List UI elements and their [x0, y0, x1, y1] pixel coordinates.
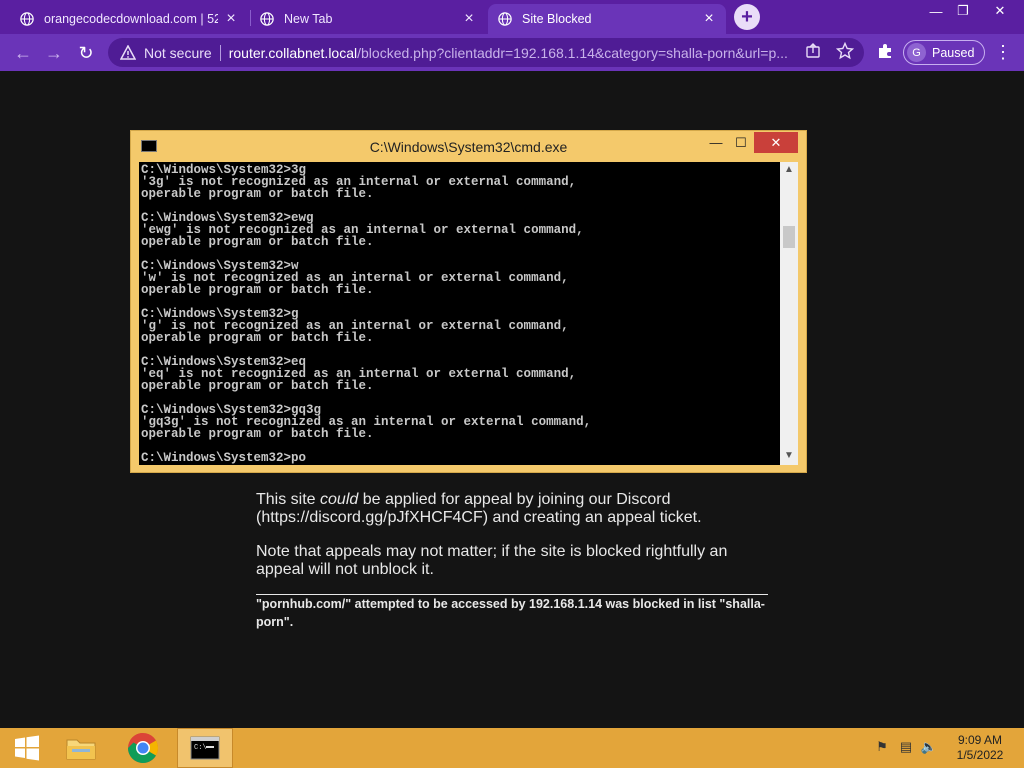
taskbar-cmd[interactable]: C:\ — [177, 728, 233, 768]
warning-icon — [120, 44, 136, 60]
tab-new-tab[interactable]: New Tab × — [250, 4, 486, 34]
taskbar-chrome[interactable] — [116, 728, 170, 768]
cmd-titlebar[interactable]: C:\Windows\System32\cmd.exe — ☐ ✕ — [131, 131, 806, 161]
cmd-scrollbar[interactable]: ▲ ▼ — [780, 162, 798, 465]
blocked-content: This site could be applied for appeal by… — [256, 491, 768, 631]
avatar: G — [907, 43, 926, 62]
tab-site-blocked[interactable]: Site Blocked × — [488, 4, 726, 34]
taskbar: C:\ ⚑ ▤ 🔈 9:09 AM 1/5/2022 — [0, 728, 1024, 768]
network-icon[interactable]: ▤ — [897, 738, 915, 756]
clock-time: 9:09 AM — [957, 733, 1003, 747]
appeal-note: Note that appeals may not matter; if the… — [256, 543, 728, 578]
appeal-could: could — [320, 491, 359, 508]
arrow-left-icon: ← — [14, 42, 32, 63]
tab-title: orangecodecdownload.com | 522 — [44, 12, 218, 26]
browser-tab-strip: orangecodecdownload.com | 522 × New Tab … — [0, 0, 1024, 34]
taskbar-file-explorer[interactable] — [54, 728, 108, 768]
cmd-maximize-button[interactable]: ☐ — [729, 132, 753, 153]
tab-title: New Tab — [284, 12, 333, 26]
new-tab-button[interactable]: + — [734, 4, 760, 30]
svg-text:C:\: C:\ — [194, 744, 207, 752]
menu-kebab-icon[interactable]: ⋮ — [994, 43, 1012, 61]
appeal-paragraph: This site could be applied for appeal by… — [256, 491, 768, 527]
close-window-button[interactable]: ✕ — [980, 0, 1020, 22]
clock-date: 1/5/2022 — [956, 748, 1004, 762]
security-label[interactable]: Not secure — [144, 45, 212, 61]
scroll-down-icon[interactable]: ▼ — [780, 450, 798, 461]
cmd-minimize-button[interactable]: — — [703, 132, 729, 153]
globe-icon — [260, 12, 274, 26]
windows-logo-icon — [15, 735, 39, 761]
client-ip: 192.168.1.14 — [529, 597, 603, 611]
scroll-up-icon[interactable]: ▲ — [780, 164, 798, 175]
restore-button[interactable]: ❐ — [946, 0, 980, 22]
back-button[interactable]: ← — [10, 40, 36, 66]
bookmark-star-icon[interactable] — [836, 42, 854, 60]
scroll-thumb[interactable] — [783, 226, 795, 248]
tab-title: Site Blocked — [522, 12, 592, 26]
blocked-site: "pornhub.com/" — [256, 597, 352, 611]
desktop: orangecodecdownload.com | 522 × New Tab … — [0, 0, 1024, 768]
address-bar[interactable]: Not secure router.collabnet.local/blocke… — [108, 38, 864, 67]
close-tab-icon[interactable]: × — [462, 11, 476, 27]
share-icon[interactable] — [804, 42, 822, 60]
extensions-icon[interactable] — [876, 42, 894, 60]
action-center-flag-icon[interactable]: ⚑ — [873, 738, 891, 756]
tab-orangecodecdownload[interactable]: orangecodecdownload.com | 522 × — [10, 4, 248, 34]
volume-icon[interactable]: 🔈 — [920, 738, 938, 756]
globe-icon — [498, 12, 512, 26]
console-output: C:\Windows\System32>3g '3g' is not recog… — [141, 163, 592, 465]
folder-icon — [66, 739, 96, 760]
arrow-right-icon: → — [45, 42, 63, 63]
url-text[interactable]: router.collabnet.local/blocked.php?clien… — [229, 45, 795, 61]
reload-icon: ↻ — [78, 42, 94, 63]
cmd-console[interactable]: C:\Windows\System32>3g '3g' is not recog… — [139, 162, 798, 465]
profile-button[interactable]: G Paused — [903, 40, 985, 65]
start-button[interactable] — [0, 728, 54, 768]
chrome-icon — [128, 733, 159, 764]
url-host: router.collabnet.local — [228, 44, 358, 61]
url-path: /blocked.php?clientaddr=192.168.1.14&cat… — [357, 44, 788, 61]
profile-status: Paused — [932, 45, 975, 60]
reload-button[interactable]: ↻ — [73, 40, 99, 66]
globe-icon — [20, 12, 34, 26]
close-tab-icon[interactable]: × — [224, 11, 238, 27]
cmd-close-button[interactable]: ✕ — [754, 132, 798, 153]
block-details: "pornhub.com/" attempted to be accessed … — [256, 595, 768, 631]
plus-icon: + — [741, 6, 753, 28]
console-icon: C:\ — [190, 736, 220, 760]
attempted-text: attempted to be accessed by — [351, 597, 530, 611]
forward-button[interactable]: → — [41, 40, 67, 66]
close-tab-icon[interactable]: × — [702, 11, 716, 27]
address-separator — [219, 44, 221, 61]
cmd-window[interactable]: C:\Windows\System32\cmd.exe — ☐ ✕ C:\Win… — [130, 130, 807, 473]
appeal-text-1: This site — [256, 491, 321, 508]
clock[interactable]: 9:09 AM 1/5/2022 — [944, 733, 1016, 763]
browser-toolbar: ← → ↻ Not secure router.collabnet.local/… — [0, 34, 1024, 71]
